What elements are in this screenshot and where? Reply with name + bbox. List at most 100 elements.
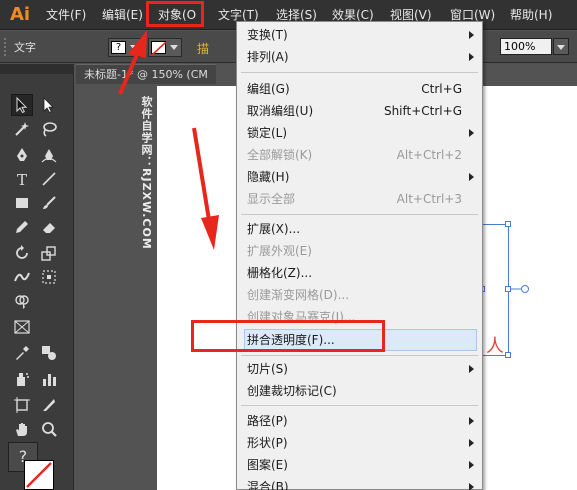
scale-icon <box>41 246 56 261</box>
opacity-input[interactable]: 100% <box>500 38 552 55</box>
symbol-sprayer-tool[interactable] <box>11 368 33 390</box>
submenu-arrow-icon <box>469 461 474 469</box>
blend-tool[interactable] <box>38 342 60 364</box>
object-menu: 变换(T) 排列(A) 编组(G) Ctrl+G 取消编组(U) Shift+Ctr… <box>236 21 483 490</box>
menu-item-group[interactable]: 编组(G) Ctrl+G <box>237 78 482 100</box>
selection-handle[interactable] <box>505 221 511 227</box>
menu-item-rasterize[interactable]: 栅格化(Z)... <box>237 262 482 284</box>
rectangle-icon <box>16 198 28 208</box>
toolbox-header[interactable] <box>0 64 74 74</box>
lasso-tool[interactable] <box>38 118 60 140</box>
magic-wand-tool[interactable] <box>11 118 33 140</box>
eyedropper-icon <box>16 346 29 360</box>
sprayer-icon <box>17 373 29 386</box>
line-icon <box>42 172 56 186</box>
width-tool[interactable] <box>11 266 33 288</box>
document-tab[interactable]: 未标题-1* @ 150% (CM <box>76 64 216 84</box>
eyedropper-tool[interactable] <box>11 342 33 364</box>
rotate-tool[interactable] <box>11 242 33 264</box>
width-icon <box>14 272 30 282</box>
submenu-arrow-icon <box>469 173 474 181</box>
menu-item-expand[interactable]: 扩展(X)... <box>237 218 482 240</box>
selection-handle[interactable] <box>505 286 511 292</box>
menu-item-lock[interactable]: 锁定(L) <box>237 122 482 144</box>
blend-icon <box>42 346 56 360</box>
menu-item-pattern[interactable]: 图案(E) <box>237 454 482 476</box>
direct-selection-tool[interactable] <box>38 94 60 116</box>
artboard-icon <box>14 397 30 413</box>
artboard-text: 人 <box>486 336 504 357</box>
menu-separator <box>241 72 478 73</box>
menu-item-ungroup[interactable]: 取消编组(U) Shift+Ctrl+G <box>237 100 482 122</box>
menu-item-hide[interactable]: 隐藏(H) <box>237 166 482 188</box>
opacity-dropdown-button[interactable] <box>553 38 569 55</box>
hand-tool[interactable] <box>11 418 33 440</box>
submenu-arrow-icon <box>469 483 474 490</box>
menu-item-unlock-all: 全部解锁(K) Alt+Ctrl+2 <box>247 148 462 162</box>
shape-builder-tool[interactable] <box>11 290 33 312</box>
eraser-icon <box>43 223 55 233</box>
menu-edit[interactable]: 编辑(E) <box>102 0 143 30</box>
menu-separator <box>241 405 478 406</box>
menu-item-show-all: 显示全部 Alt+Ctrl+3 <box>247 192 462 206</box>
menu-item-shape[interactable]: 形状(P) <box>237 432 482 454</box>
submenu-arrow-icon <box>469 365 474 373</box>
curvature-pen-icon <box>41 149 57 163</box>
curvature-tool[interactable] <box>38 144 60 166</box>
chevron-down-icon <box>130 45 138 50</box>
menu-help[interactable]: 帮助(H) <box>510 0 552 30</box>
hand-icon <box>16 423 27 436</box>
stroke-none-icon <box>26 462 52 488</box>
hollow-arrow-icon <box>43 97 54 114</box>
menu-item-slice[interactable]: 切片(S) <box>237 358 482 380</box>
grip-handle[interactable] <box>4 38 8 56</box>
menu-item-arrange[interactable]: 排列(A) <box>237 46 482 68</box>
pencil-icon <box>16 221 28 233</box>
free-transform-tool[interactable] <box>38 266 60 288</box>
annotation-box-flatten-transparency <box>191 320 385 352</box>
menu-separator <box>241 214 478 215</box>
rotate-handle[interactable] <box>521 285 529 293</box>
arrow-icon <box>16 96 28 114</box>
eraser-tool[interactable] <box>38 216 60 238</box>
app-logo: Ai <box>9 4 31 25</box>
rectangle-tool[interactable] <box>11 192 33 214</box>
line-tool[interactable] <box>38 168 60 190</box>
stroke-swatch-dropdown[interactable] <box>148 38 182 57</box>
submenu-arrow-icon <box>469 31 474 39</box>
fill-swatch: ? <box>111 41 126 54</box>
slice-tool[interactable] <box>38 394 60 416</box>
selection-handle[interactable] <box>505 352 511 358</box>
menu-item-blend[interactable]: 混合(B) <box>237 476 482 490</box>
paintbrush-tool[interactable] <box>38 192 60 214</box>
chevron-down-icon <box>170 45 178 50</box>
shape-builder-icon <box>15 295 29 309</box>
zoom-icon <box>42 422 57 437</box>
annotation-box-object-menu <box>146 1 204 27</box>
stroke-label[interactable]: 描 <box>197 40 209 57</box>
bar-chart-icon <box>43 374 56 386</box>
zoom-tool[interactable] <box>38 418 60 440</box>
pencil-tool[interactable] <box>11 216 33 238</box>
selection-tool[interactable] <box>11 94 33 116</box>
magic-wand-icon <box>15 122 29 136</box>
perspective-grid-tool[interactable] <box>11 316 33 338</box>
type-tool[interactable]: T <box>11 168 33 190</box>
menu-item-path[interactable]: 路径(P) <box>237 410 482 432</box>
pen-icon <box>17 148 27 161</box>
brush-icon <box>43 196 56 209</box>
menu-file[interactable]: 文件(F) <box>46 0 86 30</box>
artboard-tool[interactable] <box>11 394 33 416</box>
svg-text:T: T <box>17 171 27 188</box>
lasso-icon <box>43 122 57 137</box>
selection-type-label: 文字 <box>14 41 36 54</box>
stroke-none-swatch <box>151 41 167 56</box>
column-graph-tool[interactable] <box>38 368 60 390</box>
scale-tool[interactable] <box>38 242 60 264</box>
perspective-grid-icon <box>14 320 30 334</box>
menu-item-create-trim-marks[interactable]: 创建裁切标记(C) <box>237 380 482 402</box>
pen-tool[interactable] <box>11 144 33 166</box>
fill-swatch-dropdown[interactable]: ? <box>108 38 142 57</box>
stroke-color-indicator[interactable] <box>24 460 54 490</box>
menu-item-transform[interactable]: 变换(T) <box>237 24 482 46</box>
